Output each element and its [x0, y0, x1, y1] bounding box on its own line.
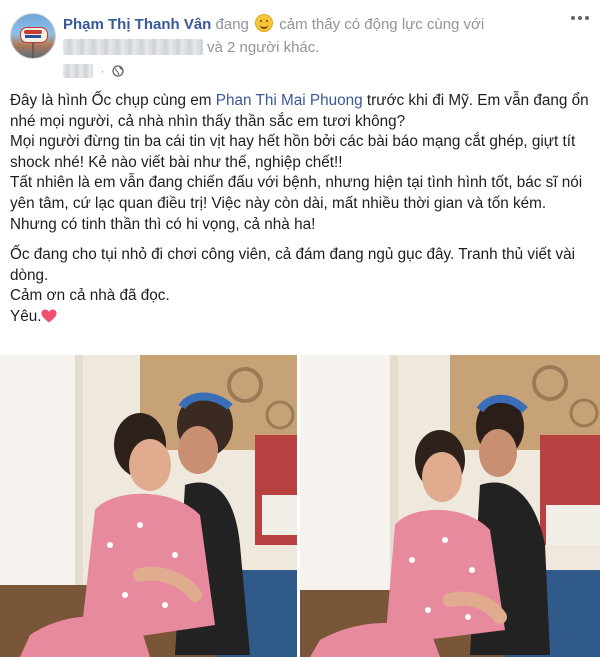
- paragraph-6: Yêu.: [10, 307, 594, 328]
- photo-1-image: [0, 355, 297, 657]
- paragraph-1: Đây là hình Ốc chụp cùng em Phan Thi Mai…: [10, 92, 589, 130]
- post-header-line: Phạm Thị Thanh Vân đang cảm thấy có động…: [63, 14, 484, 36]
- author-avatar[interactable]: [10, 13, 56, 59]
- others-link[interactable]: và 2 người khác.: [207, 39, 319, 56]
- activity-feeling: cảm thấy có động lực cùng với: [279, 16, 485, 33]
- post-photo-1[interactable]: [0, 355, 297, 657]
- paragraph-5: Cảm ơn cả nhà đã đọc.: [10, 287, 170, 305]
- post-timestamp-blurred[interactable]: [63, 63, 93, 78]
- globe-icon[interactable]: [112, 65, 124, 77]
- paragraph-2: Mọi người đừng tin ba cái tin vịt hay hế…: [10, 133, 576, 171]
- paragraph-3: Tất nhiên là em vẫn đang chiến đấu với b…: [10, 174, 583, 233]
- post-meta: ·: [63, 62, 124, 78]
- smiling-face-icon: [255, 14, 274, 32]
- more-options-icon[interactable]: [570, 14, 590, 22]
- post-text: Đây là hình Ốc chụp cùng em Phan Thi Mai…: [10, 91, 594, 328]
- post-photo-2[interactable]: [300, 355, 600, 657]
- tagged-people-line: và 2 người khác.: [63, 37, 319, 59]
- photo-2-image: [300, 355, 600, 657]
- paragraph-4: Ốc đang cho tụi nhỏ đi chơi công viên, c…: [10, 246, 576, 284]
- post-header: Phạm Thị Thanh Vân đang cảm thấy có động…: [0, 0, 600, 82]
- tagged-person-link-blurred[interactable]: [63, 39, 203, 55]
- mention-link[interactable]: Phan Thi Mai Phuong: [216, 92, 363, 109]
- red-heart-icon: [41, 309, 57, 323]
- activity-prefix: đang: [215, 16, 249, 33]
- meta-separator: ·: [100, 63, 105, 78]
- author-name-link[interactable]: Phạm Thị Thanh Vân: [63, 16, 211, 33]
